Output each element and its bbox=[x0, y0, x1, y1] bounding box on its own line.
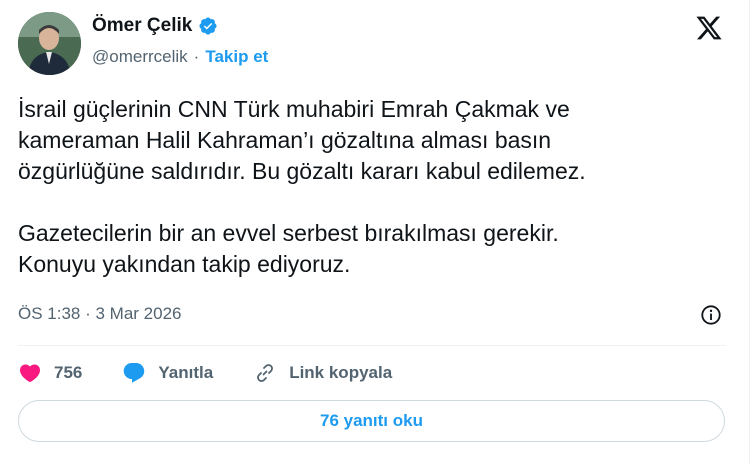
heart-icon bbox=[19, 364, 41, 383]
verified-badge-icon bbox=[199, 17, 217, 35]
copy-link-button[interactable]: Link kopyala bbox=[253, 361, 392, 385]
action-bar: 756 Yanıtla Link kopyala bbox=[18, 358, 432, 388]
author-name-row: Ömer Çelik bbox=[92, 15, 218, 37]
like-button[interactable]: 756 bbox=[18, 361, 82, 385]
tweet-timestamp[interactable]: ÖS 1:38 · 3 Mar 2026 bbox=[18, 304, 181, 324]
reply-bubble-icon bbox=[124, 363, 145, 383]
tweet-text: İsrail güçlerinin CNN Türk muhabiri Emra… bbox=[18, 96, 586, 277]
author-name[interactable]: Ömer Çelik bbox=[92, 15, 192, 37]
author-handle-row: @omerrcelik · Takip et bbox=[92, 47, 268, 67]
author-handle[interactable]: @omerrcelik bbox=[92, 47, 188, 67]
divider bbox=[18, 345, 726, 346]
tweet-card: Ömer Çelik @omerrcelik · Takip et İsrail… bbox=[0, 0, 750, 464]
like-count: 756 bbox=[54, 363, 83, 382]
reply-label: Yanıtla bbox=[158, 363, 214, 382]
link-icon bbox=[257, 364, 274, 382]
info-icon[interactable] bbox=[700, 304, 722, 326]
separator-dot: · bbox=[193, 47, 200, 66]
copy-link-label: Link kopyala bbox=[289, 363, 393, 382]
reply-button[interactable]: Yanıtla bbox=[122, 361, 213, 385]
read-replies-button[interactable]: 76 yanıtı oku bbox=[18, 400, 725, 442]
avatar-image bbox=[18, 12, 81, 75]
avatar[interactable] bbox=[18, 12, 81, 75]
follow-button[interactable]: Takip et bbox=[205, 47, 268, 67]
x-logo-icon[interactable] bbox=[695, 14, 723, 42]
